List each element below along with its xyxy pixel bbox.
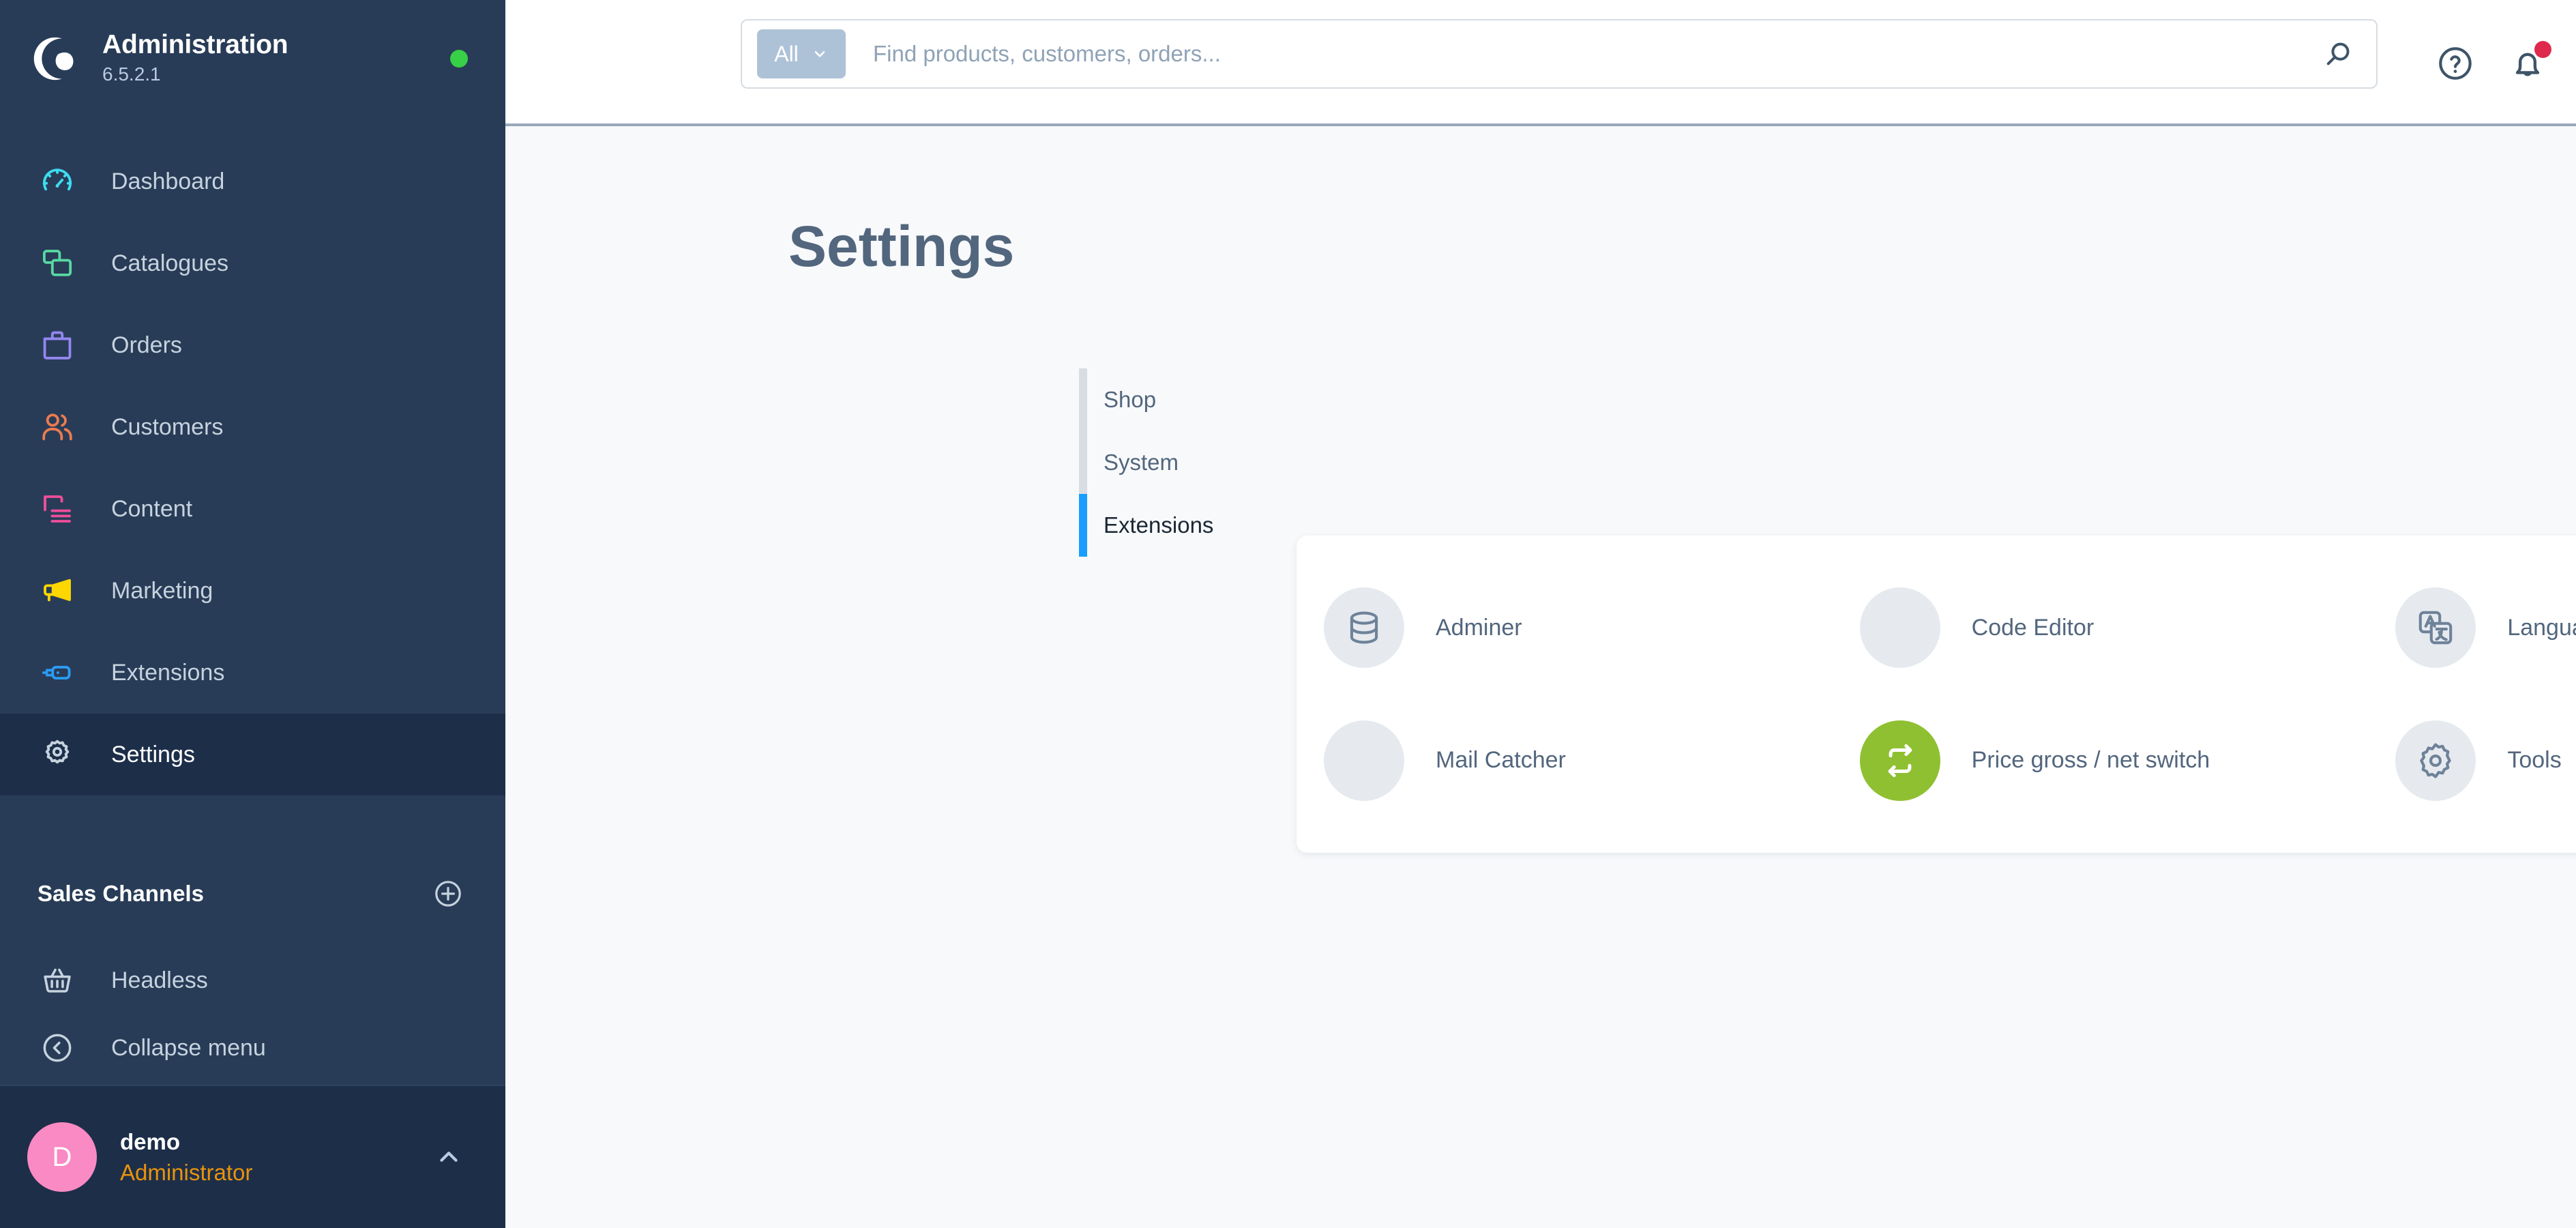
collapse-menu-button[interactable]: Collapse menu: [0, 1011, 505, 1086]
notification-badge: [2534, 40, 2551, 58]
sidebar-item-dashboard[interactable]: Dashboard: [0, 141, 505, 222]
search-submit-button[interactable]: [2301, 20, 2376, 87]
search-scope-label: All: [774, 42, 799, 66]
gear-icon: [2395, 720, 2476, 801]
extensions-grid: Adminer Code Editor Langu Mail Catcher P…: [1297, 536, 2576, 853]
basket-icon: [38, 961, 77, 1000]
extension-label: Mail Catcher: [1436, 747, 1566, 774]
avatar: D: [27, 1122, 97, 1192]
sidebar-item-label: Marketing: [111, 578, 213, 604]
main-navigation: Dashboard Catalogues Orders Customers Co…: [0, 117, 505, 795]
sales-channels-header: Sales Channels: [0, 861, 505, 926]
plus-circle-icon[interactable]: [432, 877, 464, 910]
sidebar-item-label: Orders: [111, 332, 182, 358]
notifications-button[interactable]: [2505, 40, 2551, 86]
sidebar-item-catalogues[interactable]: Catalogues: [0, 222, 505, 304]
top-header: All: [505, 0, 2576, 126]
extension-item-code-editor[interactable]: Code Editor: [1859, 561, 2396, 695]
extension-label: Tools: [2507, 747, 2562, 774]
catalogues-icon: [38, 244, 77, 283]
sales-channels-title: Sales Channels: [38, 881, 204, 906]
question-circle-icon: [2434, 42, 2476, 85]
extension-item-language-pack[interactable]: Language pack: [2395, 561, 2576, 695]
customers-icon: [38, 407, 77, 447]
search-scope-selector[interactable]: All: [757, 29, 846, 78]
dashboard-icon: [38, 162, 77, 201]
tab-active-marker: [1079, 431, 1087, 494]
sidebar-item-label: Settings: [111, 742, 195, 768]
settings-tab-rail: Shop System Extensions: [1079, 368, 1213, 557]
user-menu[interactable]: D demo Administrator: [0, 1086, 505, 1228]
tab-active-marker: [1079, 494, 1087, 557]
extension-label: Adminer: [1436, 614, 1522, 641]
extensions-card: Adminer Code Editor Langu Mail Catcher P…: [1297, 536, 2576, 853]
sales-channel-label: Headless: [111, 967, 208, 993]
extension-item-adminer[interactable]: Adminer: [1324, 561, 1860, 695]
chevron-left-circle-icon: [38, 1028, 77, 1068]
search-icon: [2322, 37, 2356, 71]
brand-title: Administration: [102, 29, 288, 59]
extension-label: Price gross / net switch: [1971, 747, 2210, 774]
extension-avatar-placeholder: [1859, 587, 1940, 669]
sales-channel-item-headless[interactable]: Headless: [0, 943, 505, 1018]
sidebar-item-customers[interactable]: Customers: [0, 386, 505, 468]
help-button[interactable]: [2433, 41, 2478, 86]
sidebar-item-content[interactable]: Content: [0, 468, 505, 550]
translate-icon: [2395, 587, 2476, 669]
extension-label: Language pack: [2507, 614, 2576, 641]
settings-tabs: Shop System Extensions: [1079, 368, 1213, 557]
sidebar-item-settings[interactable]: Settings: [0, 714, 505, 795]
extension-avatar-placeholder: [1324, 720, 1404, 801]
sidebar-item-label: Catalogues: [111, 250, 229, 276]
sidebar-item-label: Extensions: [111, 660, 225, 686]
sidebar-item-label: Customers: [111, 414, 224, 440]
tab-label: System: [1104, 450, 1179, 475]
admin-app: Administration 6.5.2.1 Dashboard Catalog…: [0, 0, 2576, 1228]
orders-icon: [38, 325, 77, 365]
chevron-up-icon[interactable]: [433, 1141, 464, 1173]
sidebar-item-label: Content: [111, 496, 193, 522]
status-dot-online-icon: [450, 50, 468, 68]
tab-extensions[interactable]: Extensions: [1079, 494, 1213, 557]
collapse-menu-label: Collapse menu: [111, 1034, 266, 1061]
user-name: demo: [120, 1128, 181, 1154]
tab-shop[interactable]: Shop: [1079, 368, 1213, 431]
marketing-icon: [38, 571, 77, 611]
sidebar: Administration 6.5.2.1 Dashboard Catalog…: [0, 0, 505, 1228]
extension-item-price-gross-net-switch[interactable]: Price gross / net switch: [1859, 695, 2396, 828]
sidebar-item-marketing[interactable]: Marketing: [0, 550, 505, 632]
repeat-icon: [1859, 720, 1940, 801]
database-icon: [1324, 587, 1404, 669]
tab-label: Extensions: [1104, 512, 1214, 538]
brand-header[interactable]: Administration 6.5.2.1: [0, 0, 505, 117]
extension-label: Code Editor: [1971, 614, 2094, 641]
header-actions: [2433, 0, 2551, 126]
search-input[interactable]: [846, 20, 2301, 87]
global-search-bar: All: [741, 19, 2378, 89]
sidebar-item-label: Dashboard: [111, 169, 225, 194]
settings-gear-icon: [38, 735, 77, 774]
sidebar-item-orders[interactable]: Orders: [0, 304, 505, 386]
chevron-down-icon: [811, 45, 829, 63]
page-title: Settings: [788, 214, 1015, 278]
shopware-logo-icon: [27, 31, 83, 87]
content-icon: [38, 489, 77, 529]
tab-active-marker: [1079, 368, 1087, 431]
extension-item-tools[interactable]: Tools: [2395, 695, 2576, 828]
brand-version: 6.5.2.1: [102, 63, 161, 85]
tab-system[interactable]: System: [1079, 431, 1213, 494]
sidebar-item-extensions[interactable]: Extensions: [0, 632, 505, 714]
extensions-icon: [38, 653, 77, 692]
sales-channels-list: Headless: [0, 926, 505, 1018]
user-role: Administrator: [120, 1160, 253, 1185]
tab-label: Shop: [1104, 387, 1157, 412]
extension-item-mail-catcher[interactable]: Mail Catcher: [1324, 695, 1860, 828]
main-content: Settings Shop System Extensions Adminer …: [505, 129, 2576, 1228]
